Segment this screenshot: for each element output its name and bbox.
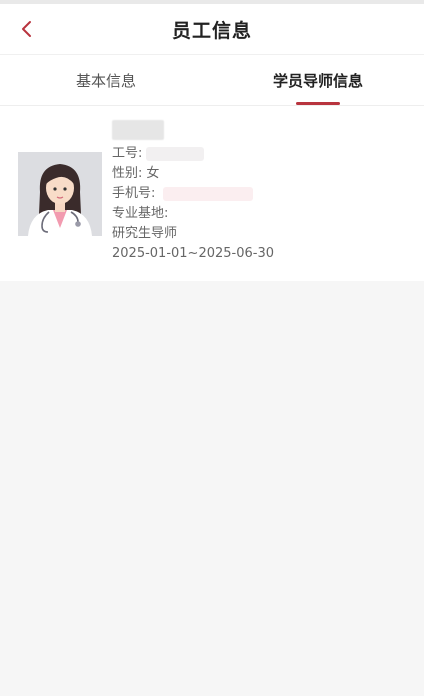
role-value: 研究生导师 <box>112 226 178 241</box>
back-button[interactable] <box>14 16 40 42</box>
avatar <box>18 152 102 236</box>
tab-mentor-info-label: 学员导师信息 <box>272 71 363 90</box>
gender-label: 性别: <box>112 166 143 181</box>
staff-info: 工号: 性别: 女 手机号: 专业基地: 研究生导师 2025-01-01~20… <box>112 120 274 264</box>
phone-label: 手机号: <box>112 186 156 201</box>
page-title: 员工信息 <box>171 19 252 42</box>
tab-mentor-info[interactable]: 学员导师信息 <box>212 55 424 105</box>
employee-no-row: 工号: <box>112 144 274 164</box>
base-row: 专业基地: <box>112 204 274 224</box>
base-label: 专业基地: <box>112 206 169 221</box>
tab-basic-info-label: 基本信息 <box>75 71 136 90</box>
gender-value: 女 <box>146 166 160 181</box>
gender-row: 性别: 女 <box>112 164 274 184</box>
role-row: 研究生导师 <box>112 224 274 244</box>
period-value: 2025-01-01~2025-06-30 <box>112 246 274 261</box>
tab-bar: 基本信息 学员导师信息 <box>0 55 424 106</box>
employee-no-label: 工号: <box>112 146 143 161</box>
employee-no-redacted <box>146 147 205 161</box>
active-tab-indicator <box>296 102 340 105</box>
period-row: 2025-01-01~2025-06-30 <box>112 244 274 264</box>
top-bar: 员工信息 <box>0 4 424 55</box>
phone-redacted <box>163 187 254 201</box>
name-redacted <box>112 120 164 140</box>
chevron-left-icon <box>22 21 31 37</box>
staff-card: 工号: 性别: 女 手机号: 专业基地: 研究生导师 2025-01-01~20… <box>0 106 424 281</box>
doctor-avatar-icon <box>18 152 102 236</box>
phone-row: 手机号: <box>112 184 274 204</box>
tab-basic-info[interactable]: 基本信息 <box>0 55 212 105</box>
